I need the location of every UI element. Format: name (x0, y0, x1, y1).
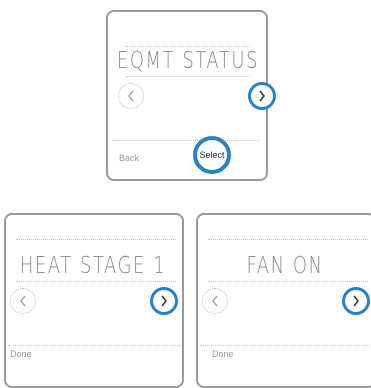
display-text: EQMT STATUS (116, 48, 260, 74)
divider-line (126, 46, 250, 47)
display-text: FAN ON (246, 253, 324, 279)
prev-button[interactable] (118, 83, 144, 109)
chevron-left-icon (212, 295, 218, 307)
thermostat-screen-eqmt-status: EQMT STATUS Back Select (106, 10, 276, 181)
next-button[interactable] (342, 287, 370, 315)
divider-line (114, 140, 260, 141)
done-button[interactable]: Done (212, 349, 234, 359)
chevron-left-icon (20, 295, 26, 307)
divider-line (126, 76, 250, 77)
thermostat-screen-fan-on: FAN ON Done (196, 213, 371, 388)
thermostat-screen-heat-stage: HEAT STAGE 1 Done (4, 213, 184, 388)
divider-line (208, 281, 368, 282)
back-button[interactable]: Back (119, 153, 139, 163)
divider-line (208, 239, 368, 240)
prev-button[interactable] (10, 288, 36, 314)
chevron-right-icon (161, 295, 168, 307)
chevron-left-icon (128, 90, 134, 102)
display-text: HEAT STAGE 1 (19, 253, 167, 279)
prev-button[interactable] (202, 288, 228, 314)
select-button-label: Select (199, 150, 225, 160)
select-button[interactable]: Select (193, 136, 231, 174)
divider-line (16, 281, 176, 282)
done-button[interactable]: Done (10, 349, 32, 359)
divider-line (200, 345, 371, 346)
chevron-right-icon (259, 90, 266, 102)
next-button[interactable] (150, 287, 178, 315)
divider-line (8, 345, 180, 346)
chevron-right-icon (353, 295, 360, 307)
next-button[interactable] (248, 82, 276, 110)
divider-line (16, 239, 176, 240)
